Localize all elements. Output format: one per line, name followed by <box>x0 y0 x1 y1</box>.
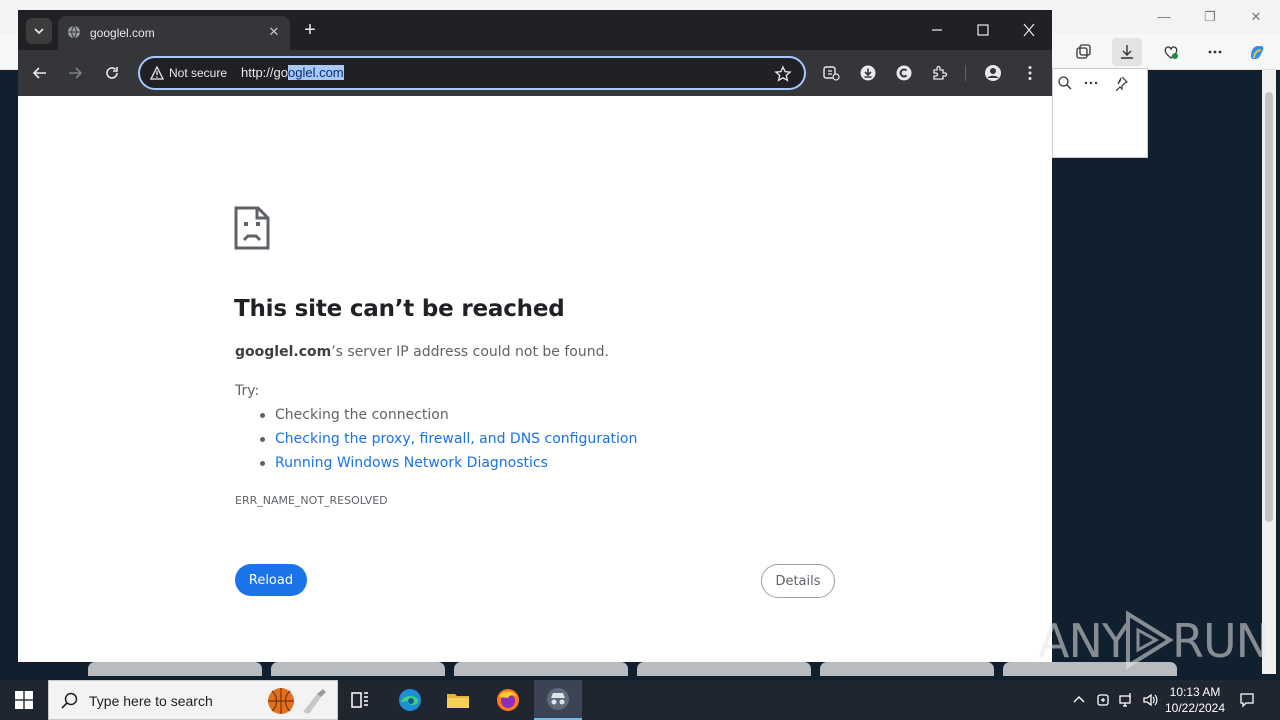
minimize-button[interactable] <box>925 20 949 40</box>
taskbar: Type here to search 10:13 AM 10/22/2024 <box>0 680 1280 720</box>
edge-bottom-tab <box>271 662 445 676</box>
chrome-menu-icon[interactable] <box>1020 63 1040 83</box>
maximize-button[interactable] <box>971 20 995 40</box>
edge-minimize-button[interactable]: — <box>1154 8 1174 26</box>
bookmark-star-icon[interactable] <box>774 65 792 83</box>
task-view-icon <box>351 692 368 708</box>
tab-title: googlel.com <box>90 26 155 40</box>
back-button[interactable] <box>28 61 52 85</box>
browser-tab[interactable]: googlel.com ✕ <box>58 16 290 50</box>
error-description-text: ’s server IP address could not be found. <box>331 344 609 360</box>
system-clock[interactable]: 10:13 AM 10/22/2024 <box>1160 684 1230 716</box>
ellipsis-icon[interactable] <box>1083 75 1099 91</box>
show-hidden-icons-chevron-up-icon[interactable] <box>1070 691 1088 709</box>
url-text[interactable]: http://googlel.com <box>241 65 344 80</box>
edge-side-panel <box>1052 68 1148 158</box>
chrome-titlebar: googlel.com ✕ + <box>18 10 1052 50</box>
error-description: googlel.com’s server IP address could no… <box>235 344 609 360</box>
edge-icon <box>399 689 421 711</box>
chevron-down-icon <box>34 28 44 35</box>
arrow-right-icon <box>69 67 83 79</box>
search-placeholder: Type here to search <box>89 693 213 709</box>
edge-scrollbar[interactable] <box>1262 70 1276 674</box>
sad-document-icon <box>234 206 270 250</box>
suggestion-list: Checking the connection Checking the pro… <box>259 406 637 478</box>
url-prefix: http://go <box>241 65 288 80</box>
firefox-icon <box>497 689 519 711</box>
edge-close-button[interactable]: ✕ <box>1246 8 1266 26</box>
reload-button[interactable]: Reload <box>235 564 307 596</box>
extension-2-icon[interactable] <box>894 63 914 83</box>
suggestion-proxy-link[interactable]: Checking the proxy, firewall, and DNS co… <box>275 431 637 447</box>
edge-bottom-tab <box>637 662 811 676</box>
suggestion-network-diagnostics-link[interactable]: Running Windows Network Diagnostics <box>275 455 548 471</box>
play-logo-icon <box>1126 610 1174 670</box>
search-highlight-basketball-icon <box>268 688 326 714</box>
details-button[interactable]: Details <box>761 564 835 598</box>
volume-icon[interactable] <box>1141 691 1159 709</box>
security-status-label[interactable]: Not secure <box>169 66 227 80</box>
error-page: This site can’t be reached googlel.com’s… <box>18 96 1052 662</box>
extension-1-icon[interactable] <box>821 63 841 83</box>
list-item: Running Windows Network Diagnostics <box>259 454 637 478</box>
chrome-window: googlel.com ✕ + Not secure http://google… <box>18 10 1052 662</box>
tab-close-icon[interactable]: ✕ <box>266 24 282 40</box>
forward-button[interactable] <box>63 61 87 85</box>
taskbar-file-explorer-button[interactable] <box>434 680 482 720</box>
try-label: Try: <box>235 383 260 399</box>
taskbar-search-input[interactable]: Type here to search <box>48 680 338 720</box>
taskbar-edge-button[interactable] <box>386 680 434 720</box>
copilot-icon[interactable] <box>1242 38 1272 66</box>
tab-search-button[interactable] <box>26 18 52 44</box>
globe-icon <box>68 25 80 39</box>
edge-restore-button[interactable]: ❐ <box>1200 8 1220 26</box>
edge-bottom-tab <box>820 662 994 676</box>
search-icon <box>61 692 78 709</box>
download-circle-icon[interactable] <box>858 63 878 83</box>
start-button[interactable] <box>0 680 48 720</box>
search-icon[interactable] <box>1057 75 1073 91</box>
refresh-icon <box>106 67 118 79</box>
performance-icon[interactable] <box>1156 38 1186 66</box>
suggestion-check-connection: Checking the connection <box>275 407 449 423</box>
watermark-text-right: RUN <box>1172 614 1270 668</box>
more-options-icon[interactable] <box>1200 38 1230 66</box>
error-host: googlel.com <box>235 344 332 360</box>
anyrun-watermark: ANY RUN <box>1036 606 1270 674</box>
url-selected-text: oglel.com <box>287 65 344 80</box>
warning-icon[interactable] <box>150 66 164 80</box>
clock-date: 10/22/2024 <box>1164 701 1226 715</box>
toolbar-separator <box>965 65 966 81</box>
page-title: This site can’t be reached <box>234 296 565 322</box>
arrow-left-icon <box>32 67 46 79</box>
reload-toolbar-button[interactable] <box>100 61 124 85</box>
list-item: Checking the connection <box>259 406 637 430</box>
pin-icon[interactable] <box>1113 75 1129 92</box>
chrome-incognito-icon <box>547 688 569 710</box>
list-item: Checking the proxy, firewall, and DNS co… <box>259 430 637 454</box>
close-button[interactable] <box>1017 20 1041 40</box>
address-bar[interactable]: Not secure http://googlel.com <box>138 56 806 90</box>
taskbar-chrome-active-button[interactable] <box>534 680 582 720</box>
edge-bottom-tab <box>88 662 262 676</box>
network-icon[interactable] <box>1117 691 1135 709</box>
windows-logo-icon <box>15 691 33 709</box>
clock-time: 10:13 AM <box>1169 685 1221 699</box>
new-tab-button[interactable]: + <box>300 20 320 40</box>
tray-device-icon[interactable] <box>1094 691 1112 709</box>
profile-avatar-icon[interactable] <box>983 63 1003 83</box>
extensions-puzzle-icon[interactable] <box>930 63 950 83</box>
downloads-icon[interactable] <box>1112 38 1142 66</box>
folder-icon <box>447 694 469 708</box>
collections-icon[interactable] <box>1068 38 1098 66</box>
error-code: ERR_NAME_NOT_RESOLVED <box>235 494 388 507</box>
taskbar-firefox-button[interactable] <box>484 680 532 720</box>
chrome-toolbar: Not secure http://googlel.com <box>18 50 1052 96</box>
edge-bottom-tab <box>454 662 628 676</box>
notification-center-icon[interactable] <box>1238 691 1256 709</box>
task-view-button[interactable] <box>336 680 384 720</box>
watermark-text-left: ANY <box>1038 614 1130 668</box>
scrollbar-thumb[interactable] <box>1265 92 1273 522</box>
